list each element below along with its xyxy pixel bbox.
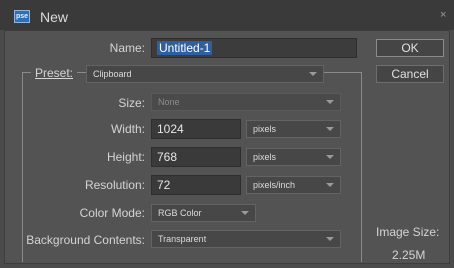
height-label: Height: bbox=[106, 150, 145, 164]
background-contents-label: Background Contents: bbox=[26, 233, 145, 247]
chevron-down-icon bbox=[326, 183, 334, 187]
preset-value: Clipboard bbox=[93, 69, 132, 79]
size-label: Size: bbox=[118, 96, 145, 110]
chevron-down-icon bbox=[326, 237, 334, 241]
preset-label: Preset: bbox=[31, 66, 78, 80]
height-field[interactable]: 768 bbox=[151, 147, 241, 167]
color-mode-dropdown[interactable]: RGB Color bbox=[151, 204, 256, 222]
resolution-field[interactable]: 72 bbox=[151, 175, 241, 195]
cancel-button[interactable]: Cancel bbox=[376, 65, 444, 83]
height-unit-value: pixels bbox=[253, 152, 277, 162]
preset-dropdown[interactable]: Clipboard bbox=[86, 65, 324, 83]
height-unit-dropdown[interactable]: pixels bbox=[246, 148, 341, 166]
image-size-label: Image Size: bbox=[376, 225, 440, 239]
chevron-down-icon bbox=[241, 211, 249, 215]
width-field[interactable]: 1024 bbox=[151, 119, 241, 139]
size-dropdown: None bbox=[151, 93, 341, 111]
chevron-down-icon bbox=[326, 155, 334, 159]
width-label: Width: bbox=[110, 122, 145, 136]
background-contents-value: Transparent bbox=[158, 234, 207, 244]
resolution-label: Resolution: bbox=[84, 178, 145, 192]
chevron-down-icon bbox=[326, 127, 334, 131]
close-icon[interactable]: × bbox=[440, 9, 446, 21]
image-size-value: 2.25M bbox=[392, 248, 426, 262]
ok-button[interactable]: OK bbox=[376, 39, 444, 57]
name-value: Untitled-1 bbox=[157, 41, 213, 55]
resolution-unit-value: pixels/inch bbox=[253, 180, 296, 190]
background-contents-dropdown[interactable]: Transparent bbox=[151, 230, 341, 248]
chevron-down-icon bbox=[326, 100, 334, 104]
app-icon: pse bbox=[14, 10, 30, 23]
title-bar: pse New × bbox=[0, 0, 454, 30]
resolution-unit-dropdown[interactable]: pixels/inch bbox=[246, 176, 341, 194]
width-unit-value: pixels bbox=[253, 124, 277, 134]
width-unit-dropdown[interactable]: pixels bbox=[246, 120, 341, 138]
size-value: None bbox=[158, 97, 180, 107]
window-title: New bbox=[40, 9, 69, 25]
chevron-down-icon bbox=[309, 72, 317, 76]
color-mode-label: Color Mode: bbox=[79, 206, 145, 220]
name-field[interactable]: Untitled-1 bbox=[151, 38, 357, 58]
name-label: Name: bbox=[109, 41, 145, 55]
color-mode-value: RGB Color bbox=[158, 208, 202, 218]
